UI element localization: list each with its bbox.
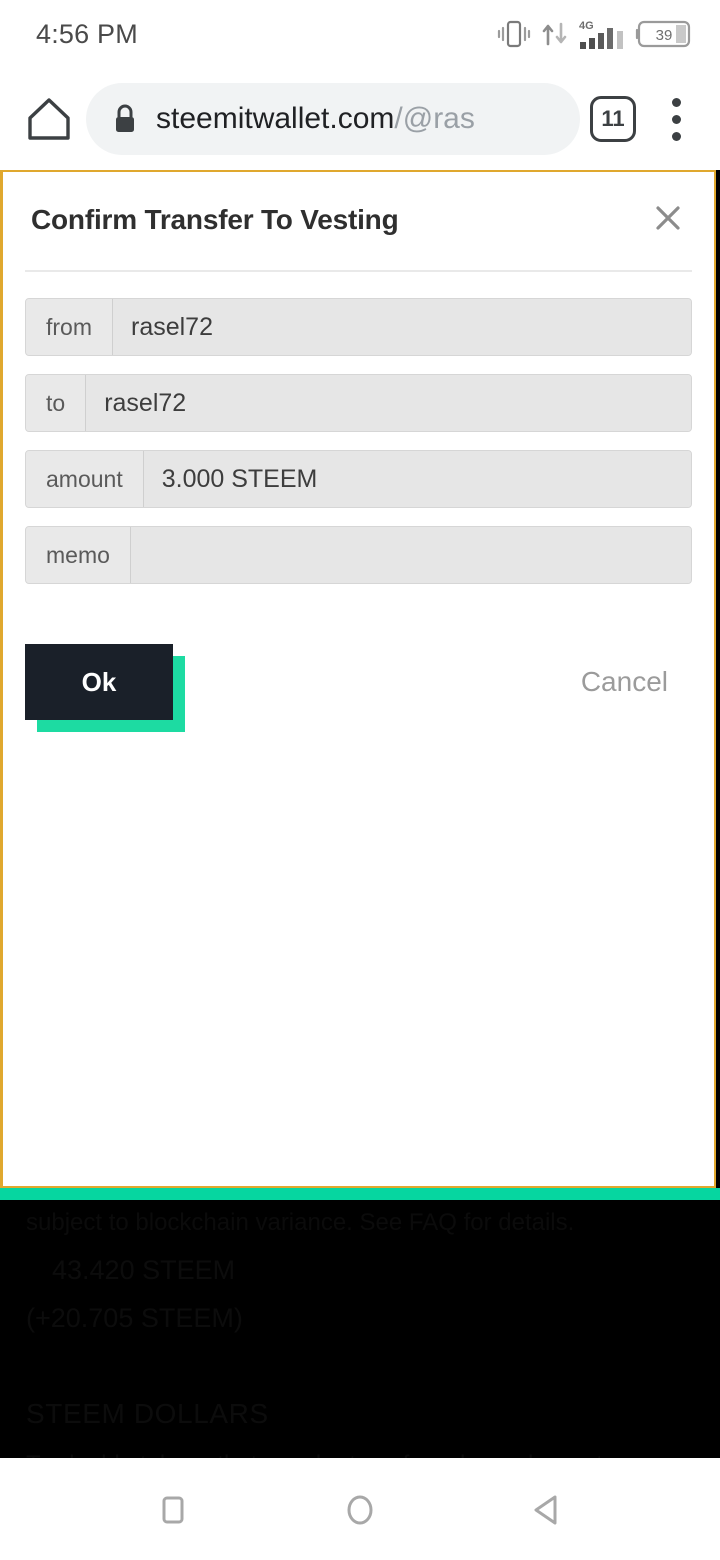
browser-toolbar: steemitwallet.com/@ras 11: [0, 68, 720, 170]
ok-button[interactable]: Ok: [25, 644, 173, 720]
svg-text:4G: 4G: [579, 20, 594, 32]
backdrop-steem-delta: (+20.705 STEEM): [26, 1303, 243, 1333]
triangle-back-icon[interactable]: [502, 1465, 592, 1555]
vibrate-icon: [497, 19, 531, 49]
close-icon[interactable]: [646, 196, 690, 240]
status-bar: 4:56 PM 4G 39: [0, 0, 720, 68]
backdrop-page-content: subject to blockchain variance. See FAQ …: [0, 1200, 720, 1458]
field-value-to: rasel72: [86, 375, 691, 431]
phone-screen: 4:56 PM 4G 39 steemitwallet.com/@ras 11 …: [0, 0, 720, 1560]
field-value-from: rasel72: [113, 299, 691, 355]
field-value-amount: 3.000 STEEM: [143, 451, 691, 507]
field-row-from: from rasel72: [25, 298, 692, 356]
backdrop-sbd-desc-1: Tradeable tokens that may be transferred…: [26, 1442, 694, 1458]
dialog-actions: Ok Cancel: [3, 602, 714, 732]
battery-icon: 39: [634, 20, 692, 48]
backdrop-variance-note: subject to blockchain variance. See FAQ …: [26, 1209, 575, 1236]
url-path: /@ras: [394, 102, 475, 135]
home-icon[interactable]: [20, 90, 78, 148]
tab-counter-button[interactable]: 11: [590, 96, 636, 142]
lock-icon: [112, 103, 138, 135]
backdrop-accent-bar: [0, 1188, 720, 1200]
backdrop-steem-power: 43.420 STEEM: [52, 1255, 236, 1285]
android-navigation-bar: [0, 1460, 720, 1560]
circle-home-icon[interactable]: [315, 1465, 405, 1555]
data-transfer-icon: [540, 19, 570, 49]
field-label-amount: amount: [26, 451, 144, 507]
dialog-header: Confirm Transfer To Vesting: [3, 172, 714, 240]
status-bar-clock: 4:56 PM: [36, 18, 138, 49]
url-bar[interactable]: steemitwallet.com/@ras: [86, 83, 580, 155]
url-domain: steemitwallet.com: [156, 102, 395, 135]
signal-bars-icon: 4G: [579, 18, 625, 50]
field-value-memo: [130, 527, 691, 583]
status-bar-icons: 4G 39: [497, 18, 692, 50]
kebab-menu-icon[interactable]: [654, 90, 698, 148]
field-label-to: to: [26, 375, 87, 431]
field-label-memo: memo: [26, 527, 131, 583]
battery-level-text: 39: [656, 27, 673, 44]
confirm-transfer-dialog: Confirm Transfer To Vesting from rasel72…: [0, 170, 716, 1188]
transfer-fields-list: from rasel72 to rasel72 amount 3.000 STE…: [3, 272, 714, 584]
field-row-amount: amount 3.000 STEEM: [25, 450, 692, 508]
dialog-title: Confirm Transfer To Vesting: [31, 204, 399, 235]
cancel-button[interactable]: Cancel: [581, 666, 692, 698]
field-row-memo: memo: [25, 526, 692, 584]
field-row-to: to rasel72: [25, 374, 692, 432]
url-text: steemitwallet.com/@ras: [156, 102, 475, 136]
field-label-from: from: [26, 299, 113, 355]
ok-button-wrapper: Ok: [25, 644, 185, 732]
square-recents-icon[interactable]: [128, 1465, 218, 1555]
backdrop-sbd-heading: STEEM DOLLARS: [26, 1398, 269, 1429]
